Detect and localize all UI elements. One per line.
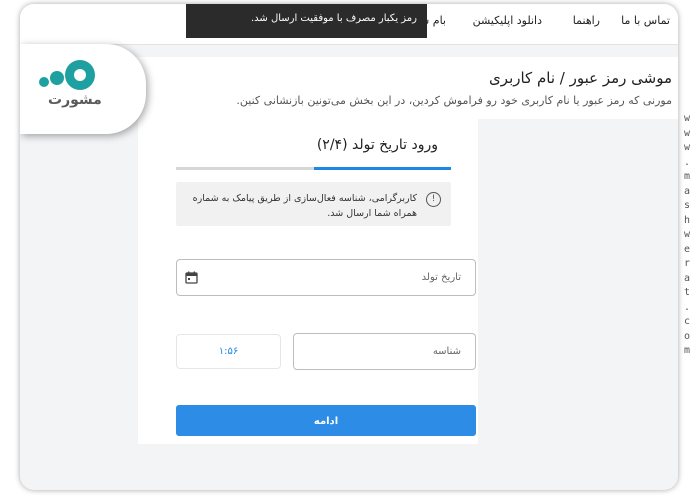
step-progress-bar	[176, 167, 451, 170]
watermark-char: w	[683, 113, 691, 124]
step-title: ورود تاریخ تولد (۲/۴)	[316, 137, 438, 153]
birthdate-input[interactable]	[177, 260, 475, 295]
watermark-char: m	[683, 345, 691, 356]
watermark-char: a	[683, 185, 691, 197]
watermark-char: w	[683, 127, 691, 139]
logo-icon	[39, 60, 95, 90]
watermark-char: m	[683, 171, 691, 182]
nav-download-app[interactable]: دانلود اپلیکیشن	[473, 14, 542, 27]
id-code-input[interactable]	[294, 334, 475, 369]
id-code-field[interactable]	[293, 333, 476, 370]
logo-wordmark: مشورت	[48, 92, 102, 108]
info-message: کاربرگرامی، شناسه فعال‌سازی از طریق پیام…	[192, 193, 417, 219]
birthdate-field[interactable]	[176, 259, 476, 296]
calendar-icon[interactable]	[185, 271, 198, 284]
form-card: ورود تاریخ تولد (۲/۴) ! کاربرگرامی، شناس…	[138, 119, 478, 444]
info-icon: !	[426, 192, 441, 207]
watermark-char: w	[683, 229, 691, 240]
nav-help[interactable]: راهنما	[573, 14, 600, 27]
nav-contact[interactable]: تماس با ما	[621, 14, 670, 27]
watermark-char: .	[683, 156, 691, 168]
watermark-char: e	[683, 243, 691, 255]
site-watermark: www.mashwerat.com	[680, 112, 694, 359]
watermark-char: o	[683, 330, 691, 342]
watermark-char: c	[683, 316, 691, 327]
browser-frame: تماس با ما راهنما دانلود اپلیکیشن بام شر…	[20, 4, 678, 490]
logo-badge: مشورت	[20, 44, 146, 134]
watermark-char: s	[683, 200, 691, 211]
watermark-char: .	[683, 301, 691, 313]
info-alert: ! کاربرگرامی، شناسه فعال‌سازی از طریق پی…	[176, 182, 451, 226]
otp-countdown-timer: ۱:۵۶	[176, 334, 281, 369]
continue-button[interactable]: ادامه	[176, 405, 476, 436]
watermark-char: w	[683, 142, 691, 153]
watermark-char: t	[683, 287, 691, 298]
page-subtitle: مورنی که رمز عبور یا نام کاربری خود رو ف…	[236, 94, 672, 107]
page-title: موشی رمز عبور / نام کاربری	[489, 69, 672, 87]
watermark-char: h	[683, 214, 691, 226]
step-progress-fill	[313, 167, 451, 170]
toast-notification: رمز یکبار مصرف با موفقیت ارسال شد.	[186, 4, 427, 38]
watermark-char: a	[683, 272, 691, 284]
watermark-char: r	[683, 258, 691, 269]
